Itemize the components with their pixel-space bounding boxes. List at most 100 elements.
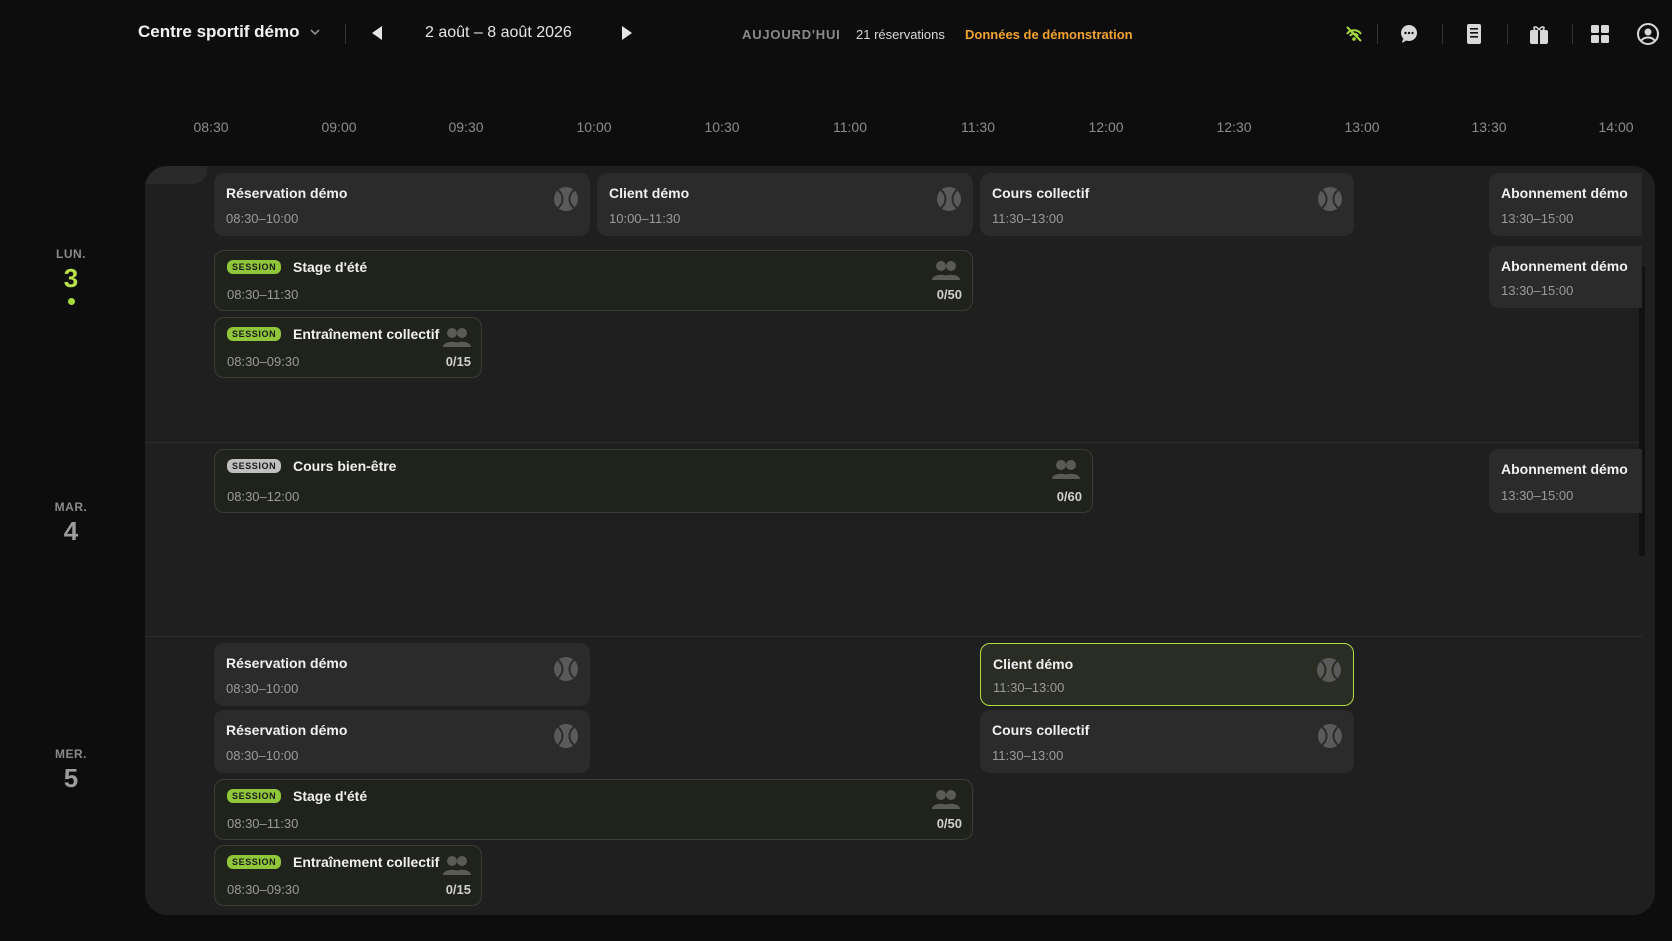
- document-icon[interactable]: [1462, 22, 1486, 46]
- selected-event-card[interactable]: Client démo 11:30–13:00: [980, 643, 1354, 706]
- divider: [1442, 24, 1443, 44]
- day-of-week: LUN.: [56, 247, 86, 261]
- group-icon: [443, 856, 471, 875]
- event-title: Abonnement démo: [1501, 461, 1628, 477]
- gift-icon[interactable]: [1527, 22, 1551, 46]
- tennis-ball-icon: [1318, 187, 1342, 211]
- board-corner: [145, 166, 207, 184]
- session-capacity: 0/60: [1056, 489, 1082, 504]
- account-icon[interactable]: [1636, 22, 1660, 46]
- session-badge: SESSION: [227, 855, 282, 869]
- grid-icon[interactable]: [1588, 22, 1612, 46]
- event-title: Client démo: [993, 656, 1074, 672]
- today-button[interactable]: AUJOURD'HUI: [742, 27, 841, 42]
- divider: [1377, 24, 1378, 44]
- session-time: 08:30–09:30: [227, 354, 300, 369]
- time-tick: 08:30: [193, 119, 229, 135]
- day-of-week: MER.: [55, 747, 87, 761]
- day-row-divider: [145, 442, 1642, 443]
- session-badge: SESSION: [227, 789, 282, 803]
- time-tick: 13:00: [1344, 119, 1380, 135]
- date-range: 2 août – 8 août 2026: [425, 24, 572, 41]
- session-card[interactable]: SESSION Entraînement collectif 08:30–09:…: [214, 845, 482, 906]
- session-time: 08:30–12:00: [227, 489, 300, 504]
- session-card[interactable]: SESSION Stage d'été 08:30–11:30 0/50: [214, 250, 973, 311]
- no-signal-icon[interactable]: [1342, 22, 1366, 46]
- session-badge: SESSION: [227, 327, 282, 341]
- group-icon: [932, 261, 960, 280]
- event-time: 08:30–10:00: [226, 211, 299, 226]
- time-tick: 10:00: [576, 119, 612, 135]
- event-time: 11:30–13:00: [992, 748, 1064, 763]
- event-card[interactable]: Cours collectif 11:30–13:00: [980, 710, 1354, 773]
- time-tick: 12:00: [1088, 119, 1124, 135]
- session-badge: SESSION: [227, 260, 282, 274]
- next-week-button[interactable]: [622, 26, 632, 40]
- session-title: Stage d'été: [293, 259, 368, 275]
- time-tick: 12:30: [1216, 119, 1252, 135]
- tennis-ball-icon: [554, 724, 578, 748]
- divider: [1572, 24, 1573, 44]
- session-card[interactable]: SESSION Entraînement collectif 08:30–09:…: [214, 317, 482, 378]
- event-title: Cours collectif: [992, 722, 1090, 738]
- demo-data-label[interactable]: Données de démonstration: [965, 27, 1133, 42]
- event-card[interactable]: Abonnement démo 13:30–15:00: [1489, 246, 1642, 308]
- session-time: 08:30–11:30: [227, 287, 299, 302]
- session-card[interactable]: SESSION Stage d'été 08:30–11:30 0/50: [214, 779, 973, 840]
- chat-icon[interactable]: [1397, 22, 1421, 46]
- event-card[interactable]: Client démo 10:00–11:30: [597, 173, 973, 236]
- event-title: Abonnement démo: [1501, 185, 1628, 201]
- event-card[interactable]: Réservation démo 08:30–10:00: [214, 643, 590, 706]
- day-number: 3: [63, 263, 79, 293]
- time-tick: 09:00: [321, 119, 357, 135]
- session-time: 08:30–11:30: [227, 816, 299, 831]
- session-title: Stage d'été: [293, 788, 368, 804]
- session-capacity: 0/50: [936, 287, 962, 302]
- time-tick: 13:30: [1471, 119, 1507, 135]
- event-card[interactable]: Cours collectif 11:30–13:00: [980, 173, 1354, 236]
- previous-week-button[interactable]: [372, 26, 382, 40]
- session-card[interactable]: SESSION Cours bien-être 08:30–12:00 0/60: [214, 449, 1093, 513]
- time-tick: 14:00: [1598, 119, 1634, 135]
- event-card[interactable]: Abonnement démo 13:30–15:00: [1489, 449, 1642, 513]
- event-time: 11:30–13:00: [993, 680, 1065, 695]
- time-tick: 10:30: [704, 119, 740, 135]
- event-time: 08:30–10:00: [226, 681, 299, 696]
- event-time: 13:30–15:00: [1501, 211, 1574, 226]
- day-header-tuesday[interactable]: MAR. 4: [36, 500, 106, 547]
- event-card[interactable]: Réservation démo 08:30–10:00: [214, 710, 590, 773]
- venue-selector[interactable]: Centre sportif démo: [138, 22, 320, 42]
- tennis-ball-icon: [1318, 724, 1342, 748]
- day-number: 5: [63, 763, 79, 793]
- day-header-wednesday[interactable]: MER. 5: [36, 747, 106, 794]
- event-title: Abonnement démo: [1501, 258, 1628, 274]
- divider: [345, 24, 346, 44]
- tennis-ball-icon: [937, 187, 961, 211]
- event-title: Réservation démo: [226, 655, 348, 671]
- session-title: Cours bien-être: [293, 458, 397, 474]
- time-tick: 09:30: [448, 119, 484, 135]
- day-header-monday[interactable]: LUN. 3: [36, 247, 106, 305]
- tennis-ball-icon: [1317, 658, 1341, 682]
- event-title: Client démo: [609, 185, 690, 201]
- group-icon: [932, 790, 960, 809]
- group-icon: [1052, 460, 1080, 479]
- event-title: Réservation démo: [226, 722, 348, 738]
- session-time: 08:30–09:30: [227, 882, 300, 897]
- time-tick: 11:00: [833, 119, 867, 135]
- event-time: 11:30–13:00: [992, 211, 1064, 226]
- time-tick: 11:30: [961, 119, 995, 135]
- event-card[interactable]: Réservation démo 08:30–10:00: [214, 173, 590, 236]
- group-icon: [443, 328, 471, 347]
- event-time: 10:00–11:30: [609, 211, 681, 226]
- today-indicator: [67, 298, 75, 305]
- venue-name: Centre sportif démo: [138, 22, 300, 41]
- day-number: 4: [63, 516, 79, 546]
- top-bar: Centre sportif démo 2 août – 8 août 2026…: [0, 0, 1672, 68]
- chevron-down-icon: [310, 29, 320, 36]
- session-title: Entraînement collectif: [293, 854, 440, 870]
- session-capacity: 0/15: [445, 354, 471, 369]
- event-card[interactable]: Abonnement démo 13:30–15:00: [1489, 173, 1642, 236]
- tennis-ball-icon: [554, 187, 578, 211]
- event-title: Réservation démo: [226, 185, 348, 201]
